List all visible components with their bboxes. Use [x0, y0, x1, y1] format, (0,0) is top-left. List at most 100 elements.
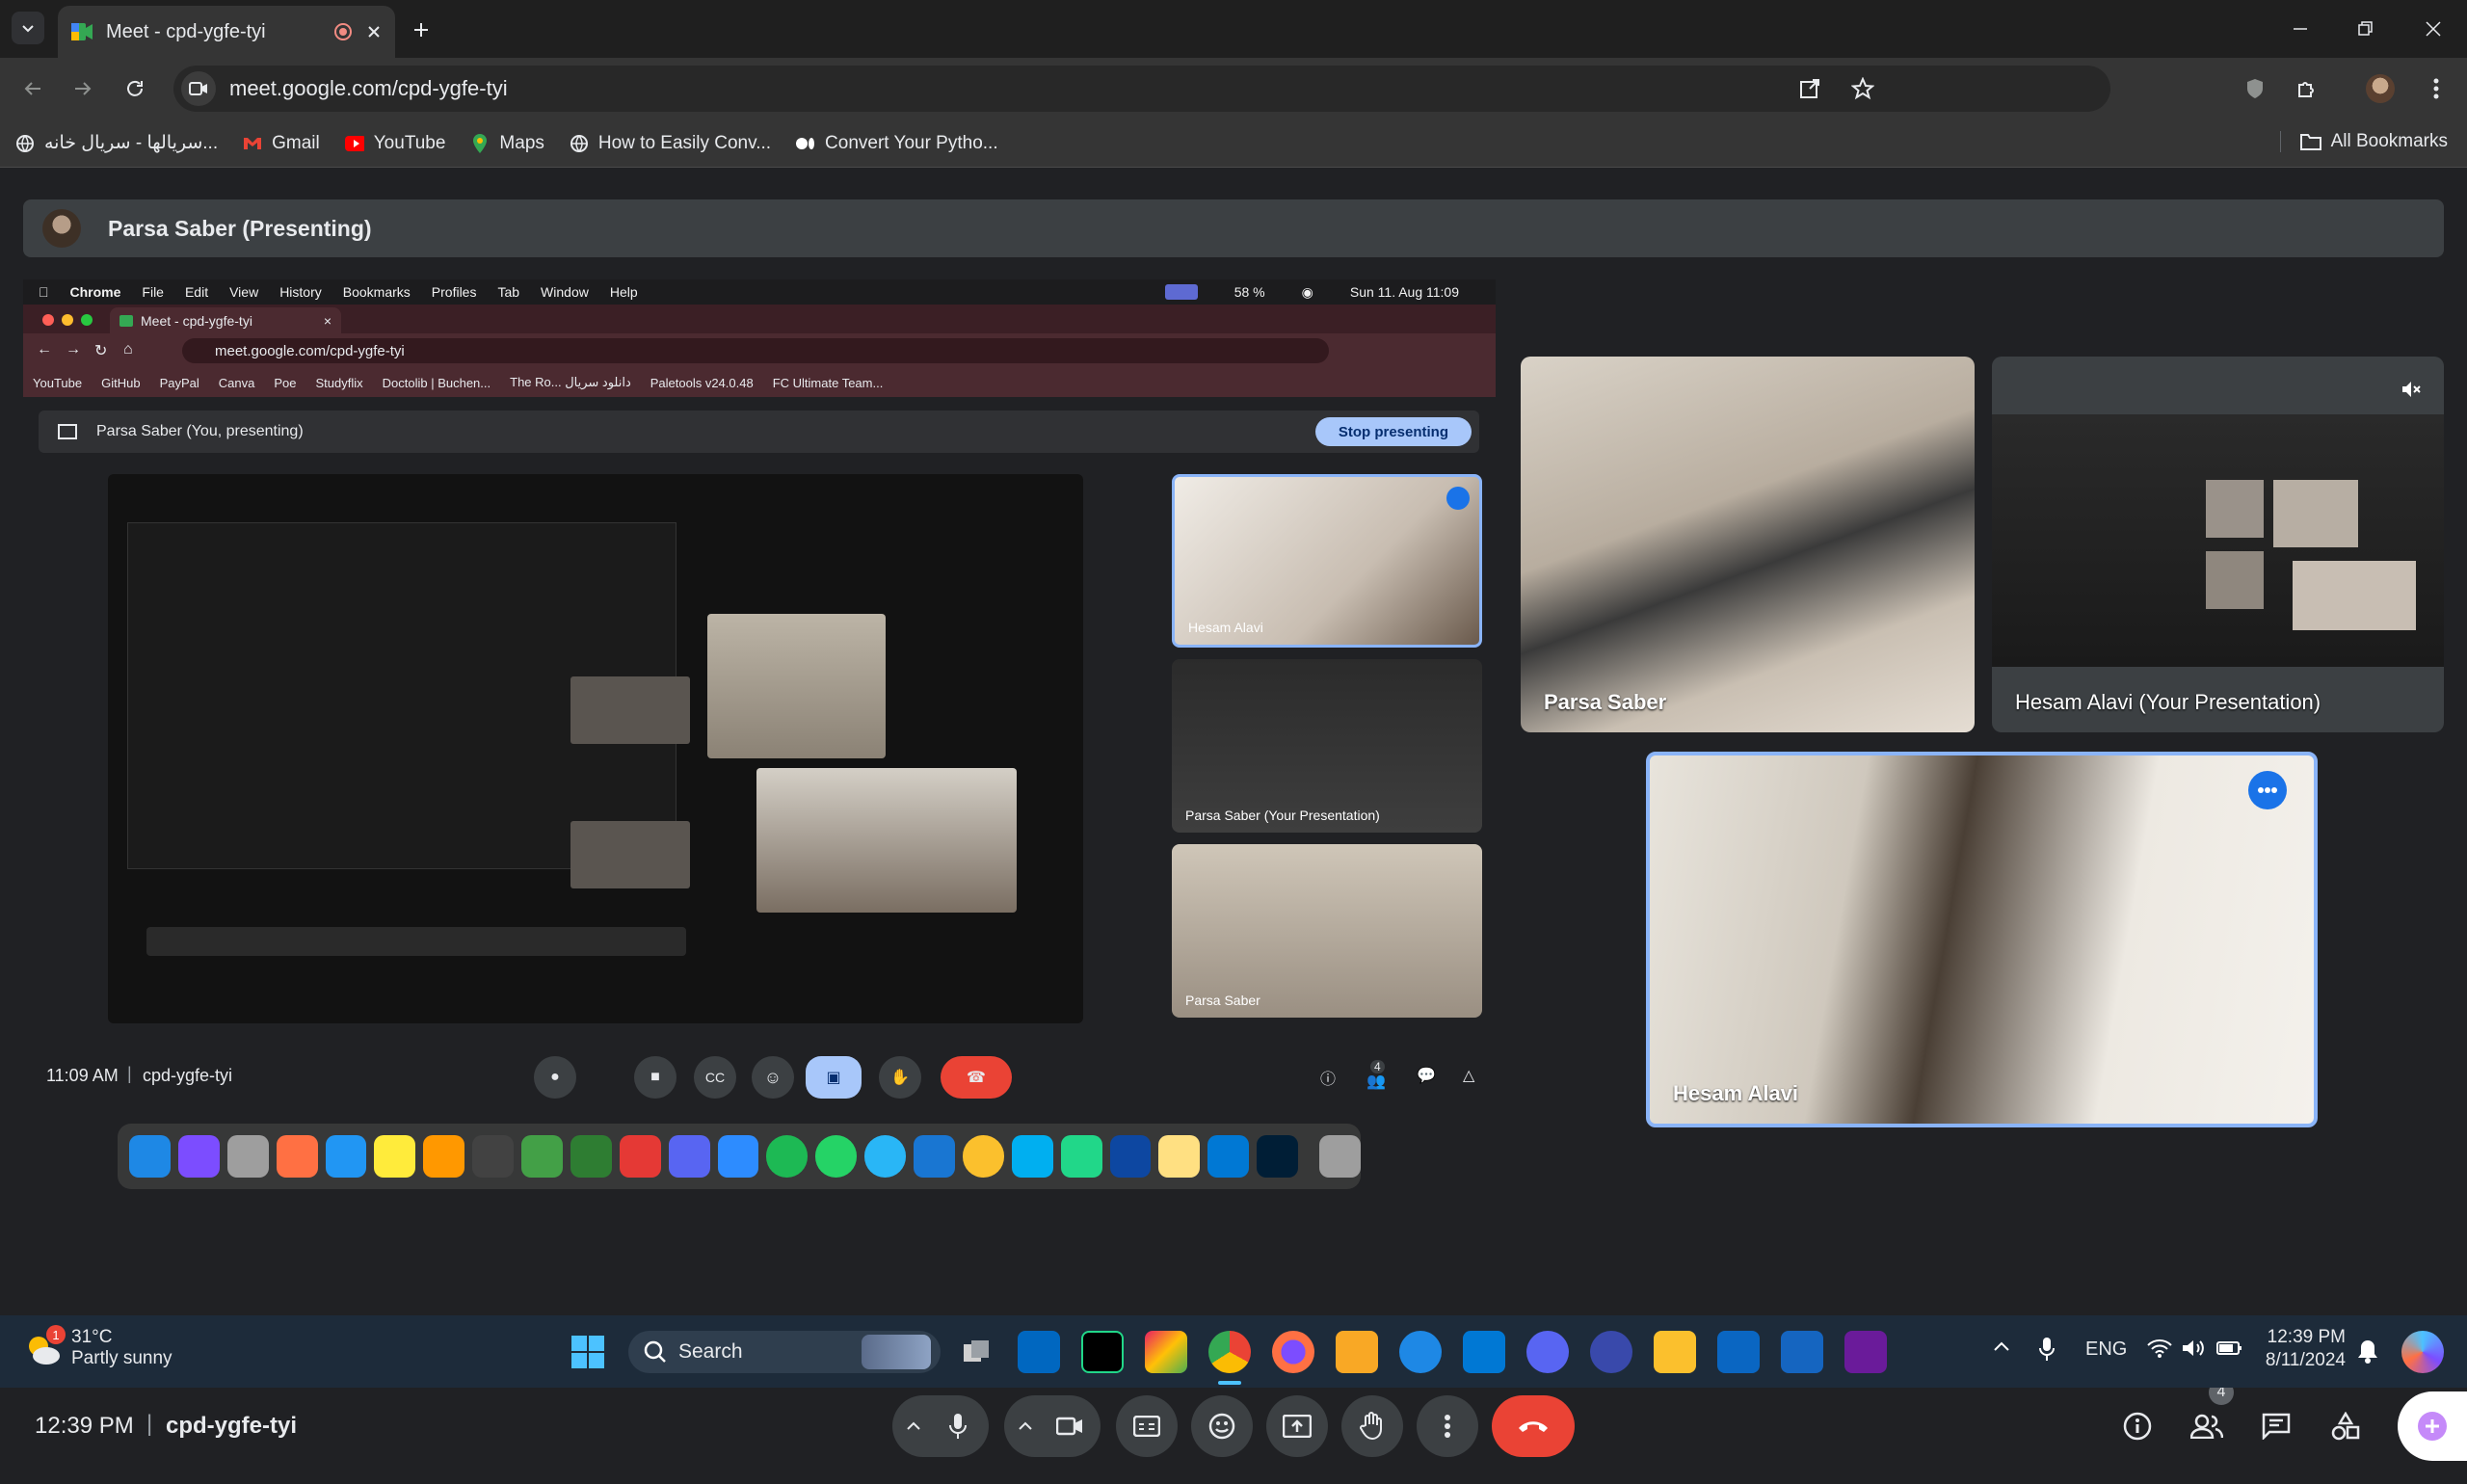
forward-button[interactable]: [64, 69, 102, 108]
finder-icon: [129, 1135, 171, 1178]
camera-button[interactable]: [1039, 1395, 1101, 1457]
task-view-button[interactable]: [956, 1331, 998, 1373]
bookmark-convert-python[interactable]: Convert Your Pytho...: [796, 133, 998, 154]
nested-tile-hesam: [756, 768, 1017, 913]
discord-app-icon[interactable]: [1526, 1331, 1569, 1373]
reload-button[interactable]: [116, 69, 154, 108]
meet-favicon-icon: [119, 314, 133, 327]
meet-main: Parsa Saber (Presenting)  Chrome File E…: [0, 169, 2467, 1461]
browser-menu-button[interactable]: [2417, 69, 2455, 108]
tile-parsa-saber[interactable]: Parsa Saber: [1521, 357, 1975, 732]
app-icon[interactable]: [1654, 1331, 1696, 1373]
bookmark-gmail[interactable]: Gmail: [243, 133, 320, 154]
microphone-icon: [948, 1413, 968, 1440]
zoom-icon: [717, 1135, 759, 1178]
vscode-app-icon[interactable]: [1463, 1331, 1505, 1373]
extensions-button[interactable]: [2288, 69, 2326, 108]
tile-hesam-alavi[interactable]: Hesam Alavi: [1646, 752, 2318, 1127]
bookmark-star-icon[interactable]: [1851, 77, 1874, 100]
leave-call-button[interactable]: [1492, 1395, 1575, 1457]
paint-app-icon[interactable]: [1145, 1331, 1187, 1373]
mac-zoom-dot: [81, 314, 93, 326]
close-tab-icon[interactable]: [366, 24, 382, 40]
app-icon[interactable]: [1399, 1331, 1442, 1373]
discord-icon: [668, 1135, 710, 1178]
app-icon[interactable]: [1844, 1331, 1887, 1373]
telegram-icon: [864, 1135, 906, 1178]
microphone-tray-icon[interactable]: [2039, 1337, 2055, 1362]
mushroom-app-icon: [619, 1135, 661, 1178]
meeting-time: 12:39 PM: [35, 1413, 134, 1439]
bookmark-serial[interactable]: سریالها - سریال خانه...: [15, 132, 218, 154]
volume-icon[interactable]: [2182, 1338, 2207, 1358]
launchpad-icon: [177, 1135, 220, 1178]
app-store-icon: [325, 1135, 367, 1178]
wifi-icon[interactable]: [2147, 1338, 2172, 1358]
participant-name: Hesam Alavi (Your Presentation): [2015, 690, 2321, 714]
browser-tab-active[interactable]: Meet - cpd-ygfe-tyi: [58, 6, 395, 58]
notes-icon: [374, 1135, 416, 1178]
globe-icon: [570, 134, 589, 153]
tab-search-button[interactable]: [12, 12, 44, 44]
meeting-details-button[interactable]: [2107, 1395, 2168, 1457]
more-vertical-icon: [2433, 78, 2439, 99]
firefox-app-icon[interactable]: [1272, 1331, 1314, 1373]
store-app-icon[interactable]: [1018, 1331, 1060, 1373]
minimize-button[interactable]: [2276, 10, 2324, 48]
emoji-reactions-button[interactable]: [1191, 1395, 1253, 1457]
bookmark-maps[interactable]: Maps: [470, 133, 544, 154]
pycharm-app-icon[interactable]: [1081, 1331, 1124, 1373]
bookmark-how-to[interactable]: How to Easily Conv...: [570, 133, 771, 154]
battery-icon[interactable]: [2216, 1338, 2243, 1358]
back-button[interactable]: [13, 69, 52, 108]
all-bookmarks-button[interactable]: All Bookmarks: [2279, 131, 2448, 152]
taskbar-time: 12:39 PM: [2267, 1327, 2346, 1347]
forward-arrow-icon: [72, 78, 93, 99]
language-indicator[interactable]: ENG: [2085, 1338, 2127, 1361]
address-bar[interactable]: meet.google.com/cpd-ygfe-tyi: [173, 66, 2110, 112]
chevron-up-icon[interactable]: [1993, 1340, 2010, 1352]
app-icon[interactable]: [1590, 1331, 1632, 1373]
weather-widget[interactable]: 1 31°C Partly sunny: [23, 1325, 172, 1369]
open-in-window-icon[interactable]: [1798, 77, 1821, 100]
shared-screen[interactable]:  Chrome File Edit View History Bookmark…: [23, 279, 1496, 1198]
present-icon: ▣: [826, 1070, 841, 1086]
captions-icon: [1133, 1416, 1160, 1437]
inner-time: 11:09 AM: [46, 1066, 119, 1085]
site-info-button[interactable]: [181, 71, 216, 106]
activities-button[interactable]: [2315, 1395, 2376, 1457]
start-button[interactable]: [567, 1331, 609, 1373]
new-tab-button[interactable]: [405, 13, 438, 46]
restore-button[interactable]: [2342, 10, 2390, 48]
taskbar-clock[interactable]: 12:39 PM 8/11/2024: [2259, 1327, 2346, 1371]
inner-end-call-button: ☎: [941, 1056, 1012, 1099]
copilot-icon[interactable]: [2401, 1331, 2444, 1373]
file-explorer-icon[interactable]: [1336, 1331, 1378, 1373]
inner-tile-hesam: Hesam Alavi: [1172, 474, 1482, 648]
linkedin-app-icon[interactable]: [1717, 1331, 1760, 1373]
chrome-app-icon[interactable]: [1208, 1331, 1251, 1373]
people-button[interactable]: 4: [2176, 1380, 2238, 1457]
taskbar-search[interactable]: Search: [628, 1331, 941, 1373]
captions-button[interactable]: [1116, 1395, 1178, 1457]
tile-hesam-presentation[interactable]: Hesam Alavi (Your Presentation): [1992, 357, 2444, 732]
presenting-label: Parsa Saber (Presenting): [108, 215, 372, 241]
extension-shield-button[interactable]: [2236, 69, 2274, 108]
profile-button[interactable]: [2361, 69, 2400, 108]
more-options-button[interactable]: [1417, 1395, 1478, 1457]
raise-hand-button[interactable]: [1341, 1395, 1403, 1457]
close-icon: [2425, 20, 2442, 38]
chat-button[interactable]: [2245, 1395, 2307, 1457]
bookmark-youtube[interactable]: YouTube: [344, 133, 445, 154]
app-icon[interactable]: [1781, 1331, 1823, 1373]
inner-tabstrip: Meet - cpd-ygfe-tyi ×: [23, 305, 1496, 333]
inner-stop-presenting-button: Stop presenting: [1314, 417, 1472, 446]
microphone-button[interactable]: [927, 1395, 989, 1457]
present-now-button[interactable]: [1266, 1395, 1328, 1457]
photoshop-icon: [1257, 1135, 1298, 1178]
url-text: meet.google.com/cpd-ygfe-tyi: [229, 76, 508, 100]
browser-tabstrip: Meet - cpd-ygfe-tyi: [0, 0, 2467, 58]
gemini-button[interactable]: [2398, 1391, 2467, 1461]
close-window-button[interactable]: [2409, 10, 2457, 48]
notification-bell-icon[interactable]: [2357, 1338, 2378, 1364]
